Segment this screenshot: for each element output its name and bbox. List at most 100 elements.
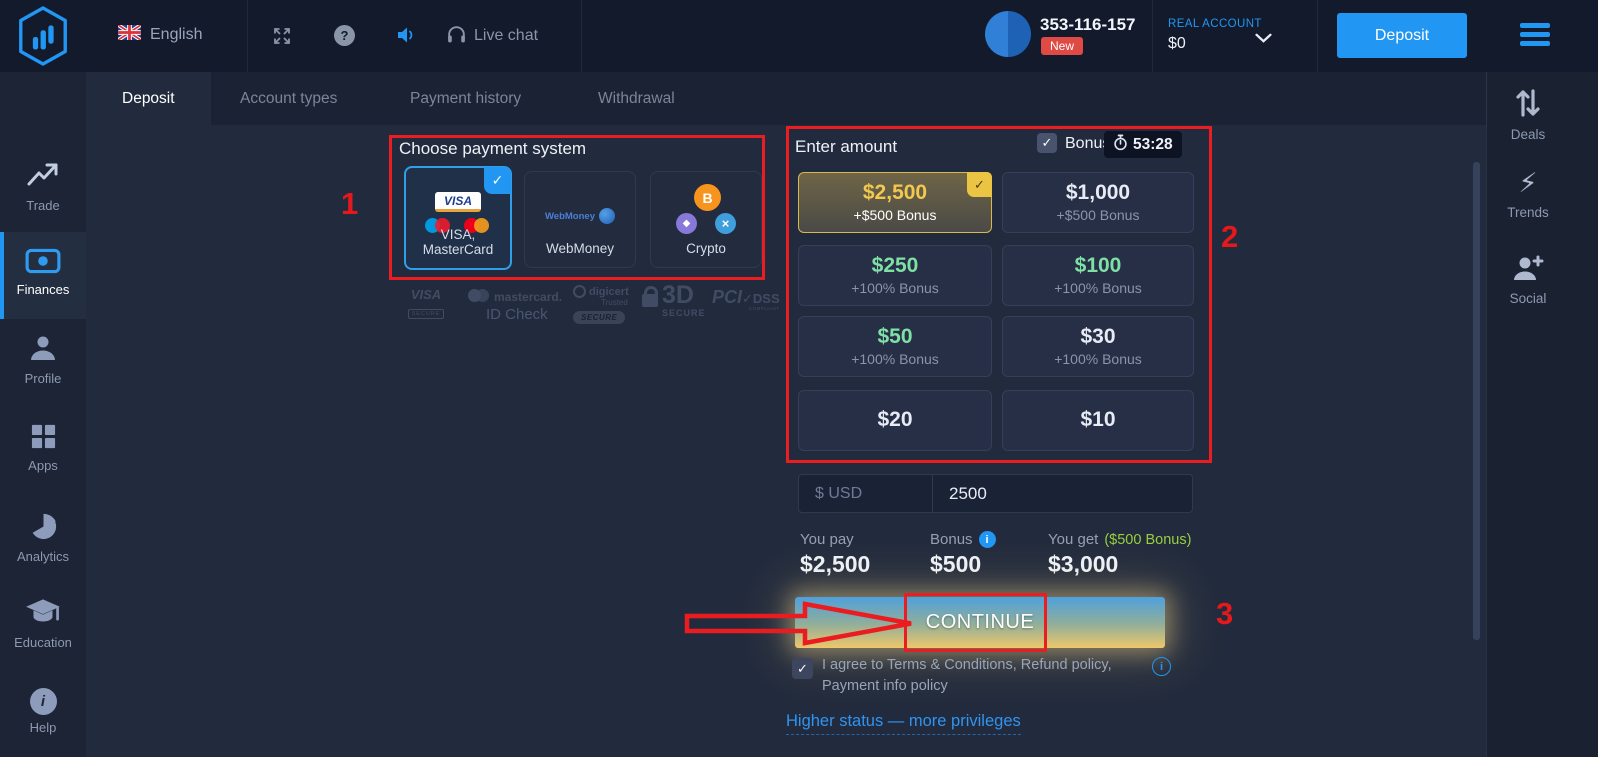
amount-option-1000[interactable]: $1,000 +$500 Bonus xyxy=(1002,172,1194,233)
bonus-checkbox[interactable]: ✓ xyxy=(1037,133,1057,153)
payment-method-webmoney[interactable]: WebMoney WebMoney xyxy=(524,171,636,268)
ethereum-icon: ◆ xyxy=(676,213,697,234)
rail-item-trends[interactable]: ⚡ Trends xyxy=(1488,170,1568,220)
bonus-summary: Bonusi $500 xyxy=(930,531,996,578)
amount-input[interactable] xyxy=(933,475,1192,512)
terms-info-icon[interactable]: i xyxy=(1152,657,1171,676)
bonus-extra-label: ($500 Bonus) xyxy=(1104,532,1191,548)
annotation-number-1: 1 xyxy=(341,186,358,222)
tab-deposit[interactable]: Deposit xyxy=(122,90,175,108)
you-pay-summary: You pay $2,500 xyxy=(800,531,870,578)
headset-icon xyxy=(446,24,467,50)
panel-edge xyxy=(1486,72,1487,757)
divider xyxy=(1152,0,1153,72)
bonus-info-icon[interactable]: i xyxy=(979,531,996,548)
pie-chart-icon xyxy=(29,529,58,544)
sidebar-item-trade[interactable]: Trade xyxy=(0,160,86,213)
amount-option-30[interactable]: $30 +100% Bonus xyxy=(1002,316,1194,377)
top-bar: English ? Live chat 353-116-157 New REAL… xyxy=(0,0,1598,72)
sidebar-item-help[interactable]: i Help xyxy=(0,688,86,735)
terms-agreement-text[interactable]: I agree to Terms & Conditions, Refund po… xyxy=(822,655,1162,697)
amount-option-250[interactable]: $250 +100% Bonus xyxy=(798,245,992,306)
divider xyxy=(247,0,248,72)
account-id: 353-116-157 xyxy=(1040,15,1135,35)
language-selector[interactable]: English xyxy=(150,26,202,44)
pci-dss-badge: PCI✓DSS COMPLIANT xyxy=(712,288,780,311)
bonus-timer: 53:28 xyxy=(1104,131,1182,158)
amount-input-group: $ USD xyxy=(798,474,1193,513)
3d-secure-badge: 3DSECURE xyxy=(642,283,706,318)
account-switcher[interactable]: REAL ACCOUNT $0 xyxy=(1168,18,1262,53)
ripple-icon: × xyxy=(715,213,736,234)
webmoney-logo: WebMoney xyxy=(525,208,635,224)
sidebar-item-profile[interactable]: Profile xyxy=(0,333,86,386)
amount-option-10[interactable]: $10 xyxy=(1002,390,1194,451)
payment-method-visa-mastercard[interactable]: ✓ VISA VISA, MasterCard xyxy=(404,166,512,270)
rail-item-deals[interactable]: Deals xyxy=(1488,88,1568,142)
payment-method-crypto[interactable]: B ◆ × Crypto xyxy=(650,171,762,268)
selected-check-icon: ✓ xyxy=(967,172,992,197)
amount-option-20[interactable]: $20 xyxy=(798,390,992,451)
annotation-number-3: 3 xyxy=(1216,596,1233,632)
sidebar-item-analytics[interactable]: Analytics xyxy=(0,512,86,564)
account-balance: $0 xyxy=(1168,35,1262,53)
section-tabs: Deposit Account types Payment history Wi… xyxy=(86,72,1486,125)
check-icon: ✓ xyxy=(484,167,511,194)
tab-payment-history[interactable]: Payment history xyxy=(410,90,521,108)
chevron-down-icon[interactable] xyxy=(1255,30,1272,48)
visa-logo: VISA xyxy=(435,192,481,212)
terms-checkbox[interactable]: ✓ xyxy=(792,658,813,679)
uk-flag-icon xyxy=(118,25,141,45)
left-sidebar: Trade Finances Profile Apps Analytics Ed… xyxy=(0,72,86,757)
scrollbar[interactable] xyxy=(1473,162,1480,640)
bitcoin-icon: B xyxy=(694,184,721,211)
amount-option-50[interactable]: $50 +100% Bonus xyxy=(798,316,992,377)
timer-value: 53:28 xyxy=(1133,136,1173,154)
info-icon: i xyxy=(30,688,57,715)
sidebar-item-apps[interactable]: Apps xyxy=(0,423,86,473)
account-type-label: REAL ACCOUNT xyxy=(1168,18,1262,30)
sound-icon[interactable] xyxy=(396,25,416,50)
divider xyxy=(1317,0,1318,72)
avatar[interactable] xyxy=(985,11,1031,57)
currency-selector[interactable]: $ USD xyxy=(799,475,933,512)
stopwatch-icon xyxy=(1113,134,1128,156)
divider xyxy=(581,0,582,72)
tab-withdrawal[interactable]: Withdrawal xyxy=(598,90,675,108)
fullscreen-icon[interactable] xyxy=(272,26,292,51)
lightning-icon: ⚡ xyxy=(1519,168,1538,198)
tab-account-types[interactable]: Account types xyxy=(240,90,337,108)
amount-option-2500[interactable]: ✓ $2,500 +$500 Bonus xyxy=(798,172,992,233)
amount-section-title: Enter amount xyxy=(795,137,897,157)
padlock-icon xyxy=(642,294,658,307)
person-icon xyxy=(28,351,58,366)
mastercard-idcheck-badge: mastercard. ID Check xyxy=(468,289,562,323)
deposit-page: English ? Live chat 353-116-157 New REAL… xyxy=(0,0,1598,757)
live-chat-button[interactable]: Live chat xyxy=(474,27,538,45)
deposit-content xyxy=(86,125,1486,757)
you-get-summary: You get($500 Bonus) $3,000 xyxy=(1048,531,1191,578)
banknote-icon xyxy=(25,262,61,277)
deposit-button[interactable]: Deposit xyxy=(1337,13,1467,58)
sidebar-item-finances[interactable]: Finances xyxy=(0,248,86,297)
payment-section-title: Choose payment system xyxy=(399,139,586,159)
menu-icon[interactable] xyxy=(1520,23,1550,50)
new-status-badge: New xyxy=(1041,37,1083,55)
mastercard-circles-icon xyxy=(468,289,489,305)
higher-status-link[interactable]: Higher status — more privileges xyxy=(786,712,1021,735)
rail-item-social[interactable]: Social xyxy=(1488,253,1568,306)
app-logo-icon[interactable] xyxy=(14,5,72,72)
annotation-number-2: 2 xyxy=(1221,219,1238,255)
grid-icon xyxy=(30,438,57,453)
visa-secure-badge: VISA SECURE xyxy=(406,287,446,320)
help-icon[interactable]: ? xyxy=(334,25,355,46)
continue-button[interactable]: CONTINUE xyxy=(795,597,1165,648)
trade-icon xyxy=(26,178,60,193)
digicert-ring-icon xyxy=(573,285,586,298)
add-person-icon xyxy=(1511,271,1545,286)
digicert-badge: digicert Trusted SECURE xyxy=(573,285,629,325)
graduation-cap-icon xyxy=(24,615,62,630)
deals-arrows-icon xyxy=(1515,106,1541,121)
amount-option-100[interactable]: $100 +100% Bonus xyxy=(1002,245,1194,306)
sidebar-item-education[interactable]: Education xyxy=(0,597,86,650)
